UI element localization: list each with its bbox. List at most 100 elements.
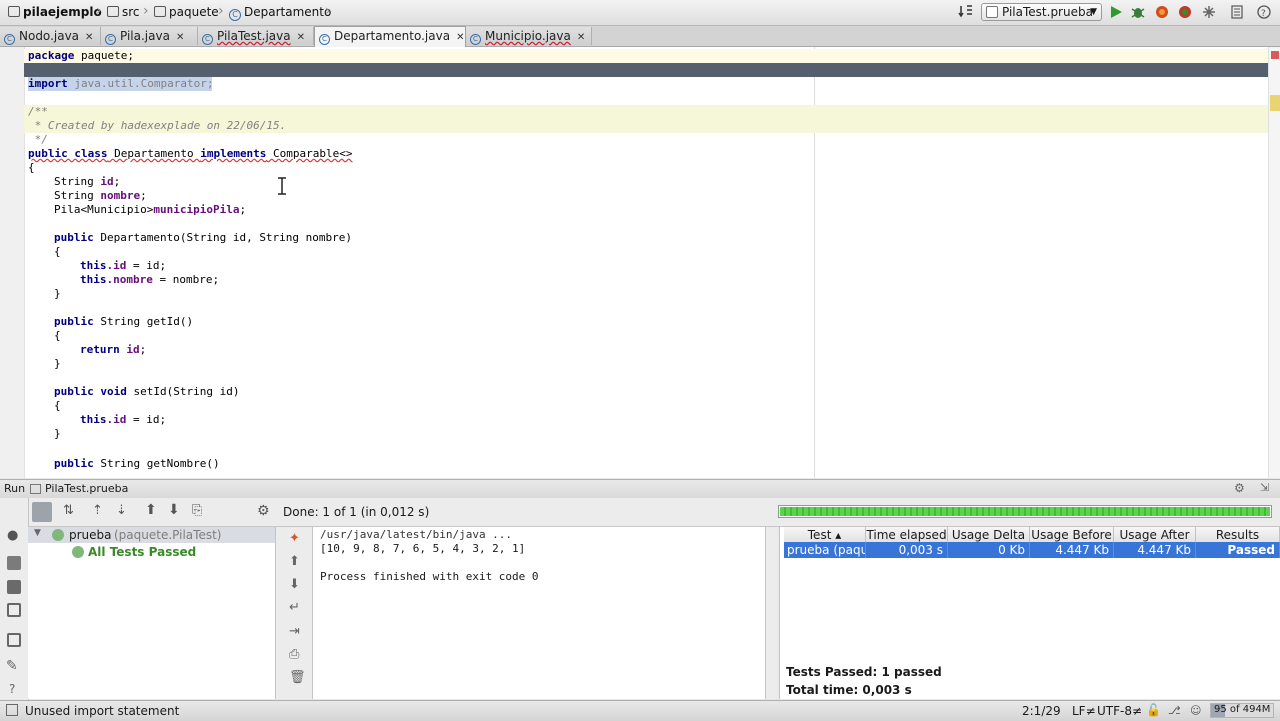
cell-usage-after[interactable]: 4.447 Kb: [1114, 542, 1196, 558]
col-results[interactable]: Results: [1196, 527, 1280, 543]
tool-windows-icon[interactable]: [6, 704, 18, 716]
code-line-6[interactable]: * Created by hadexexplade on 22/06/15.: [28, 119, 287, 133]
coverage-icon[interactable]: [1154, 4, 1170, 20]
gear-icon[interactable]: ⚙: [1234, 481, 1245, 495]
code-line-20[interactable]: public String getId(): [54, 315, 193, 329]
soft-wrap-icon[interactable]: ↵: [289, 600, 300, 615]
close-icon[interactable]: ✕: [456, 32, 464, 43]
help-icon[interactable]: ?: [1256, 4, 1272, 20]
git-icon[interactable]: ⎇: [1168, 704, 1181, 717]
code-line-9[interactable]: {: [28, 161, 35, 175]
memory-indicator[interactable]: 95 of 494M: [1210, 703, 1274, 718]
cell-results[interactable]: Passed: [1196, 542, 1280, 558]
lock-icon[interactable]: 🔓: [1146, 703, 1161, 717]
build-icon[interactable]: [958, 4, 974, 20]
code-line-22[interactable]: return id;: [80, 343, 146, 357]
toggle-passed-button[interactable]: [32, 502, 52, 522]
warning-stripe-marker[interactable]: [1270, 95, 1280, 111]
breadcrumb-src[interactable]: src: [107, 4, 140, 20]
inspector-icon[interactable]: ☺: [1190, 704, 1201, 717]
panel-splitter[interactable]: [766, 527, 778, 699]
help-icon[interactable]: ?: [9, 682, 15, 696]
code-line-17[interactable]: this.nombre = nombre;: [80, 273, 219, 287]
run-config-select[interactable]: PilaTest.prueba ▼: [981, 3, 1102, 21]
col-usage-delta[interactable]: Usage Delta: [948, 527, 1030, 543]
scroll-to-end-icon[interactable]: ⇥: [289, 624, 300, 639]
scroll-up-icon[interactable]: ⬆: [289, 554, 300, 569]
code-line-10[interactable]: String id;: [54, 175, 120, 189]
col-usage-after[interactable]: Usage After: [1114, 527, 1196, 543]
export-icon[interactable]: ⎘: [192, 503, 202, 518]
close-icon[interactable]: ✕: [176, 32, 184, 43]
breadcrumb-project[interactable]: pilaejemplo: [8, 4, 102, 20]
clear-all-icon[interactable]: 🗑: [289, 670, 306, 685]
sort-alpha-icon[interactable]: ⇅: [63, 503, 74, 518]
collapse-all-icon[interactable]: ⇣: [116, 503, 127, 518]
code-line-5[interactable]: /**: [28, 105, 48, 119]
print-icon[interactable]: [7, 633, 21, 647]
breadcrumb-package[interactable]: paquete: [154, 4, 219, 20]
profile-icon[interactable]: [1177, 4, 1193, 20]
tab-municipio[interactable]: C Municipio.java ✕: [466, 27, 592, 45]
close-icon[interactable]: ✕: [297, 32, 305, 43]
code-line-25[interactable]: public void setId(String id): [54, 385, 239, 399]
code-line-23[interactable]: }: [54, 357, 61, 371]
col-test[interactable]: Test ▴: [784, 527, 866, 543]
code-line-26[interactable]: {: [54, 399, 61, 413]
code-line-8[interactable]: public class Departamento implements Com…: [28, 147, 353, 161]
editor-gutter[interactable]: [0, 47, 25, 478]
tab-pilatest[interactable]: C PilaTest.java ✕: [198, 27, 314, 45]
tab-departamento[interactable]: C Departamento.java ✕: [314, 26, 466, 47]
code-line-12[interactable]: Pila<Municipio>municipioPila;: [54, 203, 246, 217]
code-line-30[interactable]: public String getNombre(): [54, 457, 220, 471]
run-icon[interactable]: [1108, 4, 1124, 20]
stop-icon[interactable]: [7, 556, 21, 570]
next-failed-icon[interactable]: ⬇: [168, 502, 180, 518]
restore-layout-icon[interactable]: [7, 603, 21, 617]
run-config-tab[interactable]: PilaTest.prueba: [45, 482, 128, 495]
code-line-7[interactable]: */: [28, 133, 48, 147]
pin-icon[interactable]: ✎: [6, 658, 18, 674]
caret-position[interactable]: 2:1/29: [1022, 704, 1061, 718]
col-time-elapsed[interactable]: Time elapsed: [866, 527, 948, 543]
sdk-manager-icon[interactable]: [1201, 4, 1217, 20]
cell-usage-before[interactable]: 4.447 Kb: [1030, 542, 1114, 558]
print-icon[interactable]: ⎙: [289, 647, 299, 662]
debug-icon[interactable]: [1130, 4, 1146, 20]
close-icon[interactable]: ✕: [85, 32, 93, 43]
code-line-11[interactable]: String nombre;: [54, 189, 147, 203]
close-icon[interactable]: ✕: [577, 32, 585, 43]
code-line-21[interactable]: {: [54, 329, 61, 343]
code-line-27[interactable]: this.id = id;: [80, 413, 166, 427]
tree-row-root[interactable]: ▼ prueba (paquete.PilaTest): [28, 527, 275, 543]
expand-arrow-icon[interactable]: ▼: [34, 528, 41, 538]
code-line-18[interactable]: }: [54, 287, 61, 301]
code-line-1[interactable]: package paquete;: [28, 49, 134, 63]
file-encoding[interactable]: UTF-8≠: [1097, 704, 1142, 718]
console-output[interactable]: /usr/java/latest/bin/java ... [10, 9, 8,…: [313, 527, 766, 699]
editor-scrollbar[interactable]: [1268, 47, 1280, 478]
hide-panel-icon[interactable]: ⇲: [1260, 481, 1269, 494]
cell-usage-delta[interactable]: 0 Kb: [948, 542, 1030, 558]
tab-nodo[interactable]: C Nodo.java ✕: [0, 27, 101, 45]
camera-icon[interactable]: [7, 580, 21, 594]
settings-icon[interactable]: [1229, 4, 1245, 20]
line-separator[interactable]: LF≠: [1072, 704, 1096, 718]
expand-all-icon[interactable]: ⇡: [92, 503, 103, 518]
code-line-3[interactable]: import java.util.Comparator;: [28, 77, 213, 91]
tree-row-child[interactable]: All Tests Passed: [28, 544, 275, 560]
previous-failed-icon[interactable]: ⬆: [145, 502, 157, 518]
debug-tool-icon[interactable]: ●: [7, 528, 18, 543]
settings-icon[interactable]: ⚙: [257, 503, 270, 519]
code-line-14[interactable]: public Departamento(String id, String no…: [54, 231, 352, 245]
code-line-28[interactable]: }: [54, 427, 61, 441]
tab-pila[interactable]: C Pila.java ✕: [101, 27, 198, 45]
code-editor[interactable]: package paquete; import java.util.Compar…: [0, 47, 1280, 478]
rerun-failed-icon[interactable]: ✦: [289, 531, 300, 546]
breadcrumb-class[interactable]: C Departamento: [229, 4, 331, 21]
error-stripe-marker[interactable]: [1271, 51, 1279, 59]
code-line-16[interactable]: this.id = id;: [80, 259, 166, 273]
cell-time-elapsed[interactable]: 0,003 s: [866, 542, 948, 558]
cell-test[interactable]: prueba (paque: [784, 542, 866, 558]
col-usage-before[interactable]: Usage Before: [1030, 527, 1114, 543]
